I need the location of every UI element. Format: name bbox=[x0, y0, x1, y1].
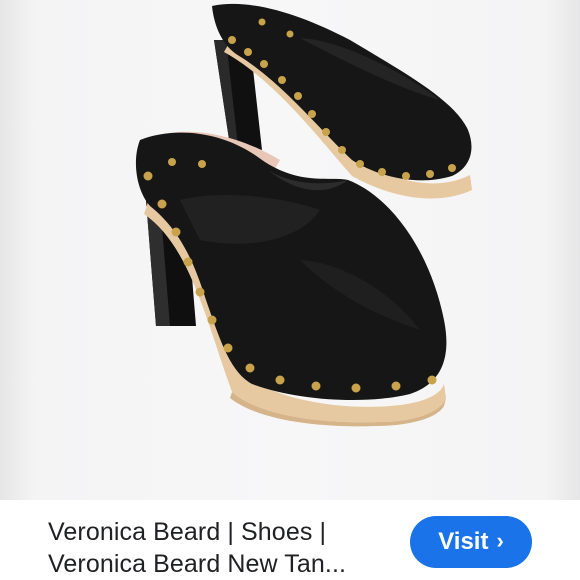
visit-button[interactable]: Visit › bbox=[410, 516, 532, 568]
result-title-line-2: Veronica Beard New Tan... bbox=[48, 550, 347, 578]
image-result-card: Veronica Beard | Shoes | Veronica Beard … bbox=[0, 0, 580, 580]
product-image[interactable] bbox=[0, 0, 580, 500]
clog-mules-illustration bbox=[135, 3, 472, 427]
chevron-right-icon: › bbox=[496, 528, 504, 553]
visit-button-label: Visit bbox=[438, 528, 489, 555]
result-title-line-1: Veronica Beard | Shoes | bbox=[48, 518, 327, 546]
result-title[interactable]: Veronica Beard | Shoes | Veronica Beard … bbox=[48, 516, 388, 580]
